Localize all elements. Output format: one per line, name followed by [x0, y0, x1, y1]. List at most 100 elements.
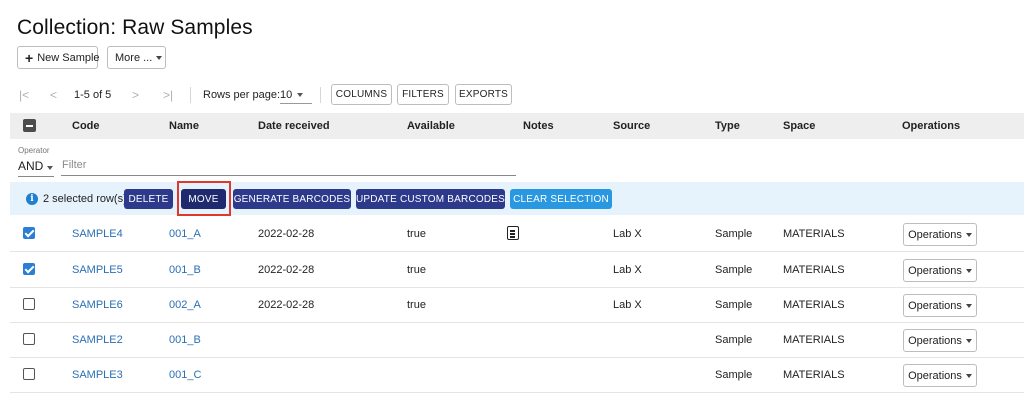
caret-down-icon: [965, 232, 972, 237]
operations-label: Operations: [908, 228, 962, 241]
cell-date-received: 2022-02-28: [258, 299, 315, 311]
cell-source: Lab X: [613, 299, 642, 311]
cell-code[interactable]: SAMPLE5: [72, 264, 123, 276]
caret-down-icon: [47, 166, 54, 170]
cell-date-received: 2022-02-28: [258, 228, 315, 240]
rows-per-page-label: Rows per page:: [203, 89, 281, 101]
row-checkbox[interactable]: [23, 368, 35, 380]
cell-space: MATERIALS: [783, 299, 845, 311]
cell-code[interactable]: SAMPLE3: [72, 369, 123, 381]
divider: [190, 87, 191, 103]
header-operations: Operations: [902, 120, 961, 132]
plus-icon: +: [25, 49, 34, 66]
cell-available: true: [407, 299, 426, 311]
table-row[interactable]: SAMPLE5 001_B 2022-02-28 true Lab X Sample MAT…: [10, 252, 1024, 288]
cell-type: Sample: [715, 334, 753, 346]
rows-per-page-select[interactable]: 10: [280, 89, 312, 104]
operator-value: AND: [18, 159, 44, 173]
header-code[interactable]: Code: [72, 120, 100, 132]
operations-label: Operations: [908, 264, 962, 277]
info-icon: i: [26, 193, 38, 205]
row-checkbox[interactable]: [23, 263, 35, 275]
cell-name[interactable]: 001_A: [169, 228, 201, 240]
header-space[interactable]: Space: [783, 120, 815, 132]
new-sample-label: New Sample: [37, 51, 100, 64]
cell-name[interactable]: 001_B: [169, 334, 201, 346]
cell-name[interactable]: 001_C: [169, 369, 201, 381]
operations-button[interactable]: Operations: [903, 223, 977, 246]
move-button-highlight: [177, 181, 231, 216]
filter-input[interactable]: Filter: [61, 159, 516, 176]
page-range: 1-5 of 5: [74, 89, 112, 101]
cell-available: true: [407, 228, 426, 240]
cell-space: MATERIALS: [783, 369, 845, 381]
table-row[interactable]: SAMPLE3 001_C Sample MATERIALS Operations: [10, 357, 1024, 393]
cell-available: true: [407, 264, 426, 276]
cell-source: Lab X: [613, 264, 642, 276]
new-sample-button[interactable]: + New Sample: [17, 46, 100, 69]
rows-per-page-value: 10: [280, 89, 293, 101]
operations-label: Operations: [908, 369, 962, 382]
caret-down-icon: [965, 338, 972, 343]
generate-barcodes-button[interactable]: GENERATE BARCODES: [233, 189, 351, 209]
cell-source: Lab X: [613, 228, 642, 240]
operations-button[interactable]: Operations: [903, 259, 977, 282]
table-row[interactable]: SAMPLE4 001_A 2022-02-28 true Lab X Sample MAT…: [10, 216, 1024, 252]
operations-button[interactable]: Operations: [903, 294, 977, 317]
table-row[interactable]: SAMPLE2 001_B Sample MATERIALS Operations: [10, 322, 1024, 358]
caret-down-icon: [965, 268, 972, 273]
clear-selection-button[interactable]: CLEAR SELECTION: [510, 189, 612, 209]
cell-space: MATERIALS: [783, 334, 845, 346]
selection-bar: i 2 selected row(s): DELETE MOVE GENERAT…: [10, 182, 1024, 215]
select-all-checkbox[interactable]: [23, 119, 36, 132]
caret-down-icon: [965, 303, 972, 308]
header-name[interactable]: Name: [169, 120, 199, 132]
row-checkbox[interactable]: [23, 333, 35, 345]
cell-type: Sample: [715, 264, 753, 276]
row-checkbox[interactable]: [23, 298, 35, 310]
caret-down-icon: [297, 93, 304, 98]
pagination-bar: |< < 1-5 of 5 > >| Rows per page: 10 COL…: [0, 84, 1024, 106]
first-page-icon[interactable]: |<: [19, 88, 29, 102]
page-title: Collection: Raw Samples: [17, 16, 253, 39]
header-notes[interactable]: Notes: [523, 120, 554, 132]
table-row[interactable]: SAMPLE6 002_A 2022-02-28 true Lab X Sample MAT…: [10, 287, 1024, 323]
last-page-icon[interactable]: >|: [163, 88, 173, 102]
prev-page-icon[interactable]: <: [50, 88, 57, 102]
update-custom-barcodes-button[interactable]: UPDATE CUSTOM BARCODES: [356, 189, 505, 209]
caret-down-icon: [965, 373, 972, 378]
cell-space: MATERIALS: [783, 264, 845, 276]
header-type[interactable]: Type: [715, 120, 740, 132]
cell-type: Sample: [715, 369, 753, 381]
more-menu-button[interactable]: More ...: [107, 46, 166, 69]
operator-label: Operator: [18, 146, 50, 155]
more-label: More ...: [115, 51, 153, 64]
operations-button[interactable]: Operations: [903, 329, 977, 352]
header-source[interactable]: Source: [613, 120, 650, 132]
note-icon[interactable]: [507, 226, 519, 240]
caret-down-icon: [156, 55, 163, 60]
next-page-icon[interactable]: >: [132, 88, 139, 102]
operations-button[interactable]: Operations: [903, 364, 977, 387]
filters-button[interactable]: FILTERS: [397, 84, 449, 105]
exports-button[interactable]: EXPORTS: [455, 84, 512, 105]
row-checkbox[interactable]: [23, 227, 35, 239]
filter-area: Operator AND Filter: [18, 146, 518, 180]
cell-code[interactable]: SAMPLE4: [72, 228, 123, 240]
cell-space: MATERIALS: [783, 228, 845, 240]
header-date-received[interactable]: Date received: [258, 120, 330, 132]
cell-name[interactable]: 002_A: [169, 299, 201, 311]
columns-button[interactable]: COLUMNS: [331, 84, 392, 105]
cell-name[interactable]: 001_B: [169, 264, 201, 276]
cell-date-received: 2022-02-28: [258, 264, 315, 276]
delete-button[interactable]: DELETE: [124, 189, 173, 209]
operator-select[interactable]: AND: [18, 159, 54, 177]
cell-code[interactable]: SAMPLE2: [72, 334, 123, 346]
cell-code[interactable]: SAMPLE6: [72, 299, 123, 311]
cell-type: Sample: [715, 299, 753, 311]
operations-label: Operations: [908, 334, 962, 347]
header-available[interactable]: Available: [407, 120, 455, 132]
selection-count: 2 selected row(s):: [43, 193, 130, 205]
divider: [320, 87, 321, 103]
cell-type: Sample: [715, 228, 753, 240]
